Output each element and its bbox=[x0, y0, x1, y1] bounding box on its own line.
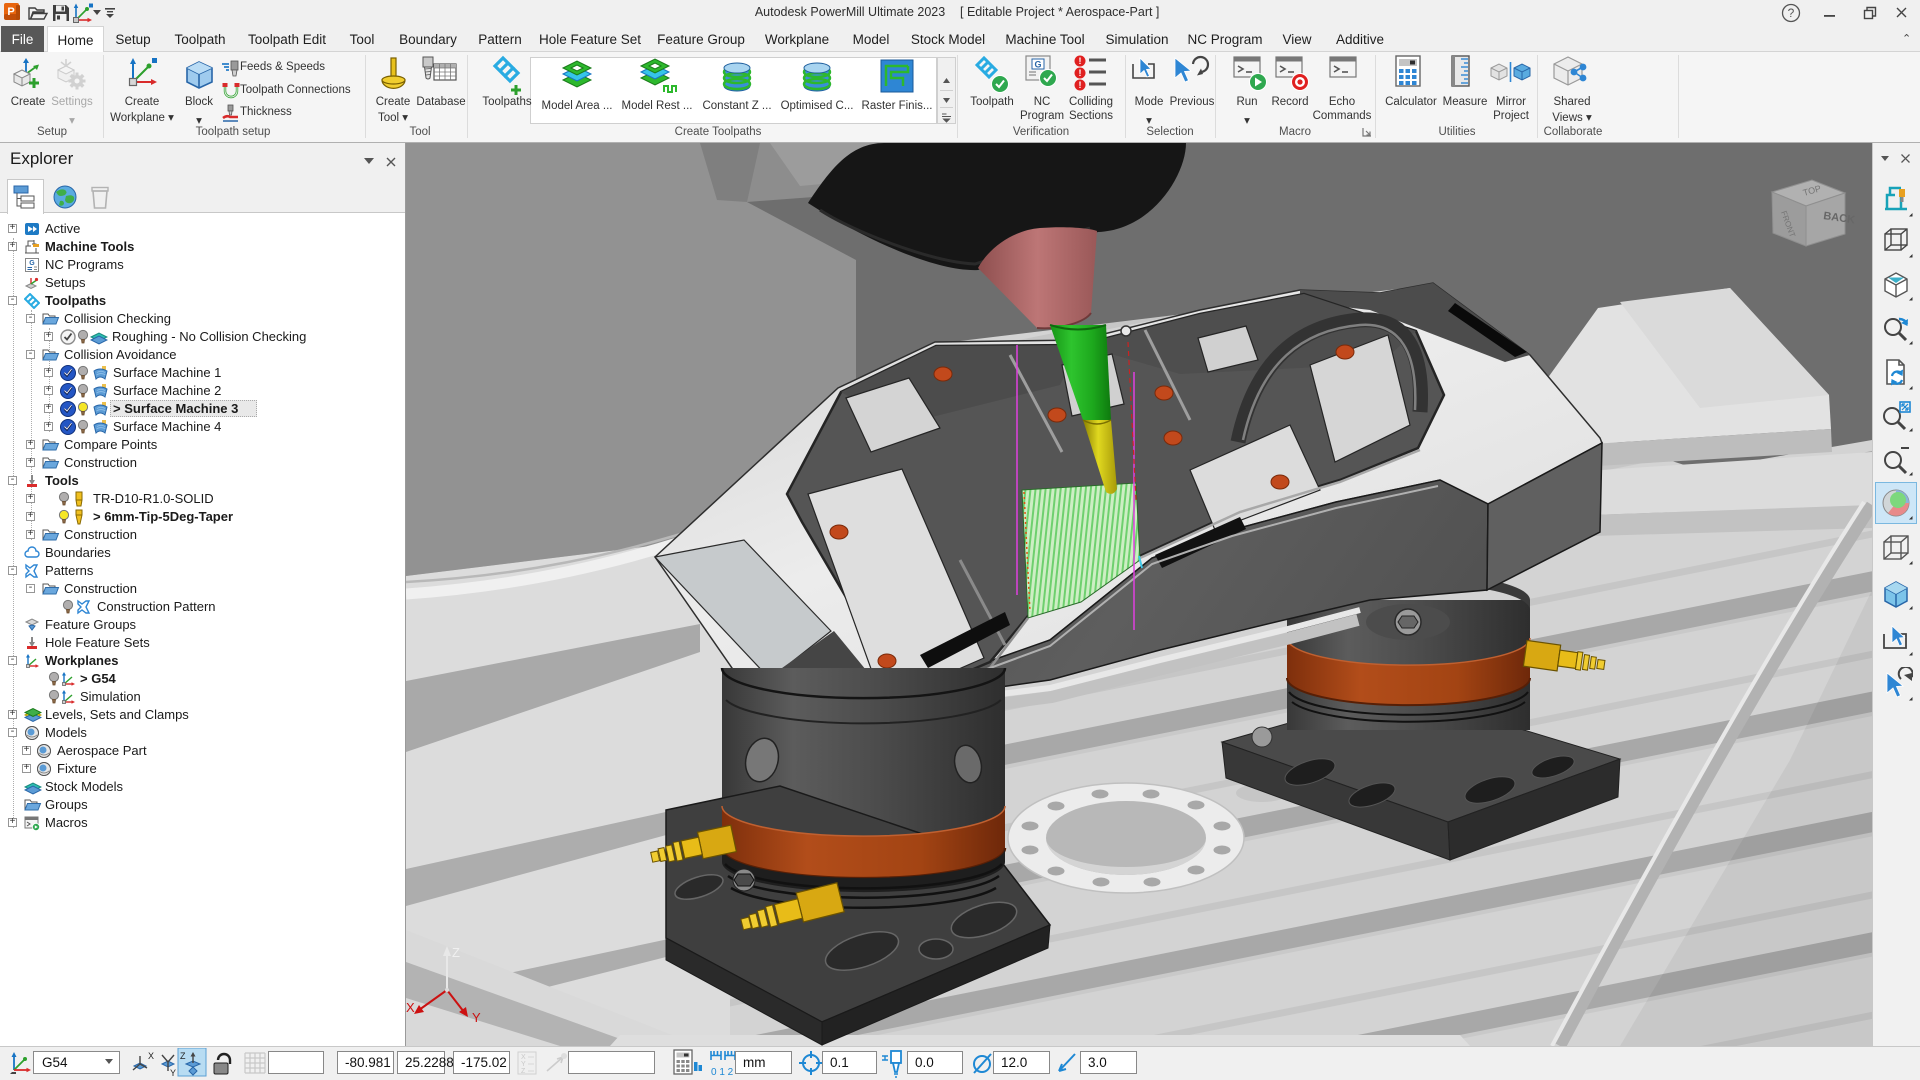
svg-text:G: G bbox=[1034, 60, 1041, 70]
svg-text:P: P bbox=[7, 6, 14, 18]
svg-text:Y: Y bbox=[170, 1068, 176, 1078]
svg-text:Z: Z bbox=[452, 945, 460, 960]
svg-text:Y: Y bbox=[521, 1061, 526, 1068]
svg-text:!: ! bbox=[1079, 68, 1082, 78]
svg-text:!: ! bbox=[1079, 80, 1082, 90]
svg-text:G: G bbox=[29, 260, 35, 267]
svg-text:X: X bbox=[406, 1000, 415, 1015]
svg-text:X: X bbox=[521, 1054, 526, 1061]
svg-text:Z: Z bbox=[180, 1051, 186, 1061]
svg-text:Y: Y bbox=[472, 1010, 481, 1025]
svg-text:!: ! bbox=[1079, 56, 1082, 66]
svg-text:0 1 2: 0 1 2 bbox=[711, 1067, 734, 1078]
svg-text:Z: Z bbox=[521, 1068, 526, 1075]
svg-text:X: X bbox=[148, 1051, 154, 1061]
svg-text:?: ? bbox=[1788, 6, 1795, 20]
